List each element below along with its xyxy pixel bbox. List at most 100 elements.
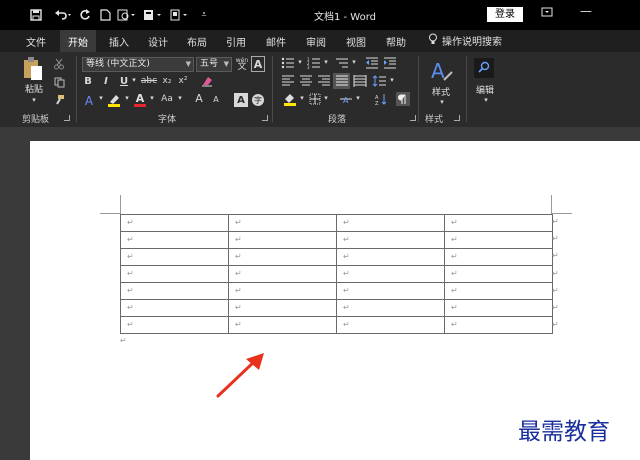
justify-icon[interactable] <box>333 73 350 89</box>
tab-references[interactable]: 引用 <box>226 34 246 49</box>
new-doc-icon[interactable] <box>98 7 112 23</box>
subscript-button[interactable]: x₂ <box>160 76 174 86</box>
italic-button[interactable]: I <box>100 76 112 87</box>
paste-label[interactable]: 粘贴 <box>25 82 43 95</box>
font-color-icon[interactable]: A <box>133 92 147 108</box>
tab-design[interactable]: 设计 <box>148 34 168 49</box>
table-cell[interactable]: ↵ <box>228 299 337 317</box>
table-cell[interactable]: ↵ <box>444 231 553 249</box>
styles-icon[interactable]: A <box>430 58 454 82</box>
clipboard-launcher-icon[interactable] <box>64 115 70 121</box>
table-cell[interactable]: ↵ <box>444 299 553 317</box>
tab-home[interactable]: 开始 <box>60 30 96 52</box>
clear-formatting-icon[interactable] <box>200 74 214 88</box>
align-right-icon[interactable] <box>316 74 332 88</box>
character-shading-icon[interactable]: A <box>234 93 248 107</box>
paste-icon[interactable] <box>22 56 44 82</box>
table-cell[interactable]: ↵ <box>228 282 337 300</box>
shrink-font-button[interactable]: A <box>210 95 222 104</box>
tell-me-search[interactable]: 操作说明搜索 <box>428 33 502 48</box>
table-cell[interactable]: ↵ <box>228 214 337 232</box>
chinese-layout-dropdown-icon[interactable]: ▾ <box>354 94 362 102</box>
format-icon[interactable] <box>142 7 164 23</box>
strikethrough-button[interactable]: abc <box>140 76 158 86</box>
line-spacing-dropdown-icon[interactable]: ▾ <box>388 76 396 84</box>
superscript-button[interactable]: x² <box>176 76 190 86</box>
numbering-icon[interactable]: 123 <box>306 56 322 70</box>
customize-quick-access-icon[interactable]: ⩡ <box>198 7 210 23</box>
borders-dropdown-icon[interactable]: ▾ <box>322 94 330 102</box>
highlight-dropdown-icon[interactable]: ▾ <box>123 94 131 102</box>
tab-layout[interactable]: 布局 <box>187 34 207 49</box>
table-cell[interactable]: ↵ <box>336 231 445 249</box>
save-icon[interactable] <box>28 7 44 23</box>
underline-dropdown-icon[interactable]: ▾ <box>130 76 138 84</box>
table-cell[interactable]: ↵ <box>336 282 445 300</box>
document-table[interactable]: ↵ ↵ ↵ ↵ ↵ ↵ ↵ ↵ ↵ ↵ ↵ ↵ ↵ ↵ ↵ ↵ ↵ ↵ ↵ ↵ ↵ ↵ ↵ ↵ ↵ ↵ ↵ ↵ <box>120 214 553 334</box>
table-cell[interactable]: ↵ <box>120 231 229 249</box>
undo-icon[interactable] <box>52 7 74 23</box>
bullets-icon[interactable] <box>280 56 296 70</box>
distributed-icon[interactable] <box>352 74 368 88</box>
table-cell[interactable]: ↵ <box>444 248 553 266</box>
table-cell[interactable]: ↵ <box>444 316 553 334</box>
paragraph-launcher-icon[interactable] <box>410 115 416 121</box>
table-cell[interactable]: ↵ <box>120 282 229 300</box>
ribbon-display-icon[interactable] <box>541 6 553 21</box>
table-cell[interactable]: ↵ <box>444 214 553 232</box>
table-cell[interactable]: ↵ <box>228 265 337 283</box>
increase-indent-icon[interactable] <box>382 56 398 70</box>
grow-font-button[interactable]: A <box>192 92 206 105</box>
enclose-characters-icon[interactable]: 字 <box>251 93 265 107</box>
table-cell[interactable]: ↵ <box>228 316 337 334</box>
format-painter-icon[interactable] <box>53 94 65 106</box>
shading-icon[interactable] <box>282 92 298 106</box>
borders-icon[interactable] <box>308 92 322 106</box>
table-cell[interactable]: ↵ <box>444 282 553 300</box>
underline-button[interactable]: U <box>118 76 130 87</box>
minimize-icon[interactable]: — <box>580 4 592 18</box>
table-cell[interactable]: ↵ <box>120 299 229 317</box>
editing-button[interactable]: 编辑 <box>476 83 494 96</box>
table-cell[interactable]: ↵ <box>228 231 337 249</box>
align-left-icon[interactable] <box>280 74 296 88</box>
font-launcher-icon[interactable] <box>262 115 268 121</box>
shading-dropdown-icon[interactable]: ▾ <box>298 94 306 102</box>
text-effects-dropdown-icon[interactable]: ▾ <box>97 94 105 102</box>
line-spacing-icon[interactable] <box>372 74 388 88</box>
tab-insert[interactable]: 插入 <box>109 34 129 49</box>
styles-launcher-icon[interactable] <box>454 115 460 121</box>
sign-in-button[interactable]: 登录 <box>487 7 523 22</box>
table-cell[interactable]: ↵ <box>120 248 229 266</box>
paste-dropdown-icon[interactable]: ▾ <box>30 96 38 104</box>
decrease-indent-icon[interactable] <box>364 56 380 70</box>
bullets-dropdown-icon[interactable]: ▾ <box>296 58 304 66</box>
change-case-dropdown-icon[interactable]: ▾ <box>176 94 184 102</box>
phonetic-guide-icon[interactable]: wén 文 <box>235 56 249 72</box>
multilevel-list-icon[interactable] <box>334 56 350 70</box>
copy-icon[interactable] <box>53 76 65 88</box>
tab-mailings[interactable]: 邮件 <box>266 34 286 49</box>
table-cell[interactable]: ↵ <box>336 299 445 317</box>
editing-dropdown-icon[interactable]: ▾ <box>482 96 490 104</box>
bold-button[interactable]: B <box>82 76 94 87</box>
sort-icon[interactable]: AZ <box>374 92 388 106</box>
page-icon[interactable] <box>168 7 190 23</box>
tab-help[interactable]: 帮助 <box>386 34 406 49</box>
cut-icon[interactable] <box>53 58 65 70</box>
multilevel-dropdown-icon[interactable]: ▾ <box>350 58 358 66</box>
styles-dropdown-icon[interactable]: ▾ <box>438 98 446 106</box>
table-cell[interactable]: ↵ <box>336 316 445 334</box>
table-cell[interactable]: ↵ <box>336 214 445 232</box>
tab-review[interactable]: 审阅 <box>306 34 326 49</box>
character-border-icon[interactable]: A <box>251 56 265 72</box>
find-icon[interactable] <box>474 58 494 78</box>
table-cell[interactable]: ↵ <box>228 248 337 266</box>
change-case-button[interactable]: Aa <box>158 94 176 104</box>
font-size-combo[interactable]: 五号 ▼ <box>196 57 232 72</box>
redo-icon[interactable] <box>78 7 92 23</box>
table-cell[interactable]: ↵ <box>120 214 229 232</box>
font-color-dropdown-icon[interactable]: ▾ <box>148 94 156 102</box>
font-name-combo[interactable]: 等线 (中文正文) ▼ <box>82 57 194 72</box>
table-cell[interactable]: ↵ <box>120 316 229 334</box>
